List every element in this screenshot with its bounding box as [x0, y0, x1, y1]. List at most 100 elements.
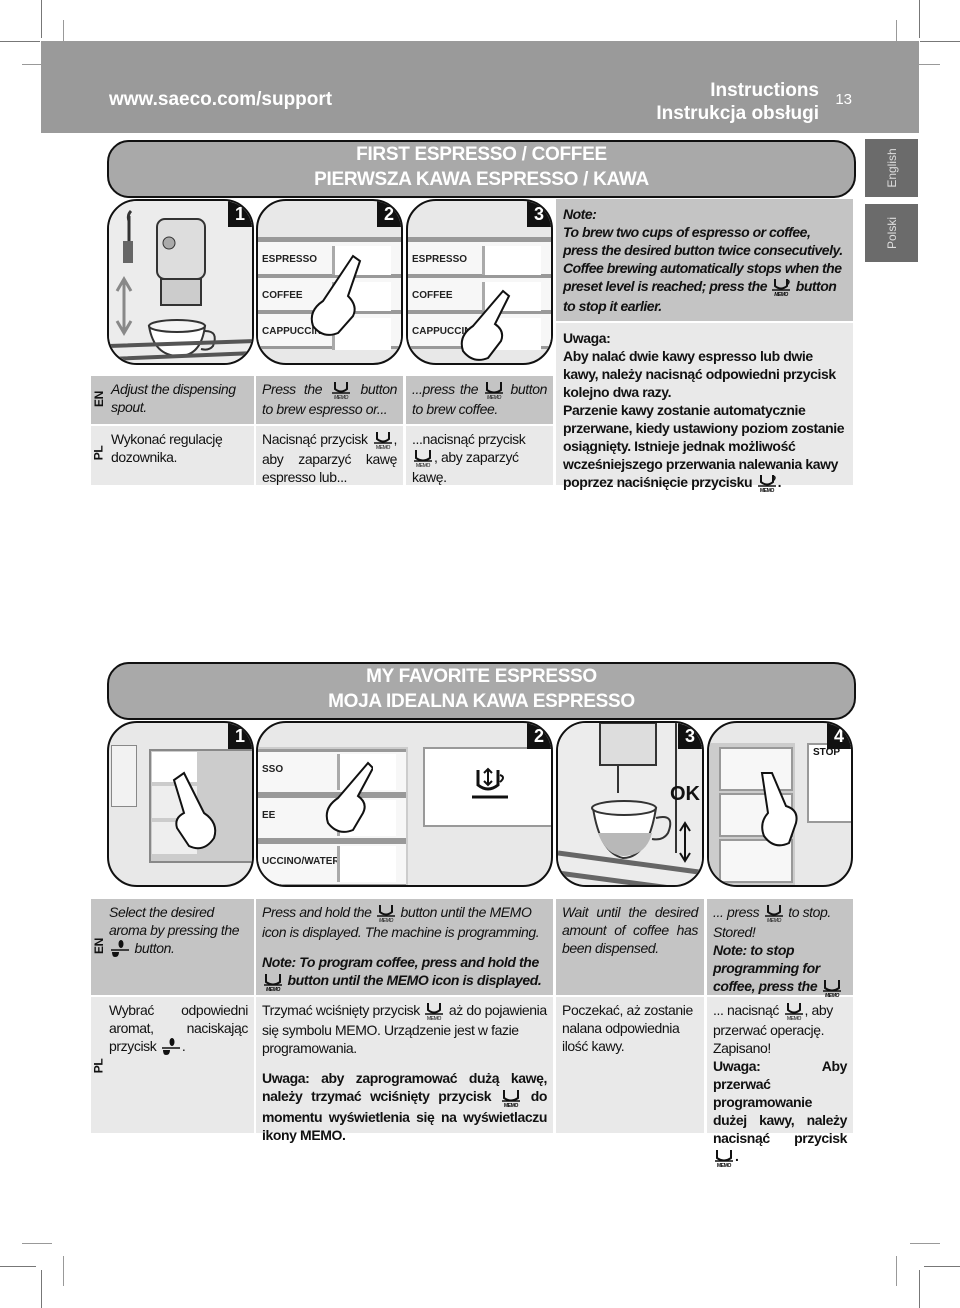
- svg-text:MEMO: MEMO: [775, 292, 789, 297]
- memo-espresso-icon: MEMO: [377, 905, 396, 923]
- hand-pointer-icon: [310, 254, 362, 336]
- step-number: 4: [827, 723, 851, 749]
- svg-text:MEMO: MEMO: [760, 488, 774, 493]
- lang-label-pl: PL: [91, 445, 106, 461]
- crop-mark: [22, 1243, 52, 1244]
- memo-espresso-icon: MEMO: [764, 905, 783, 923]
- memo-cup-icon: MEMO: [757, 475, 776, 493]
- illustration-fav-step-3: OK 3: [556, 721, 704, 887]
- step-number: 2: [377, 201, 401, 227]
- memo-espresso-icon: MEMO: [784, 1003, 803, 1021]
- cappuccino-button[interactable]: [337, 846, 396, 882]
- svg-text:MEMO: MEMO: [504, 1103, 518, 1108]
- step1-text-pl: PL Wykonać regulację dozownika.: [91, 426, 254, 485]
- illustration-step-2: ESPRESSO COFFEE CAPPUCCINO/WATER 2: [256, 199, 403, 365]
- memo-espresso-icon: MEMO: [425, 1003, 444, 1021]
- step2-text-en: Press the MEMO button to brew espresso o…: [256, 376, 403, 424]
- svg-text:MEMO: MEMO: [376, 445, 390, 450]
- crop-mark: [919, 1270, 920, 1308]
- coffee-button-label: COFFEE: [262, 290, 303, 301]
- crop-mark: [41, 0, 42, 38]
- crop-mark: [919, 0, 920, 38]
- memo-coffee-icon: MEMO: [501, 1089, 520, 1108]
- section-title-first-espresso: FIRST ESPRESSO / COFFEE PIERWSZA KAWA ES…: [107, 140, 856, 198]
- fav-step1-text-pl: PL Wybrać odpowiedni aromat, naciskając …: [91, 997, 254, 1133]
- crop-mark: [0, 1266, 36, 1267]
- step-number: 1: [228, 723, 252, 749]
- display-screen: STOP: [807, 743, 851, 823]
- memo-coffee-icon: MEMO: [414, 450, 432, 468]
- svg-text:MEMO: MEMO: [767, 918, 781, 923]
- header-title-en: Instructions: [710, 80, 819, 101]
- illustration-step-1: 1: [107, 199, 254, 365]
- display-screen: [423, 747, 551, 827]
- hand-pointer-icon: [760, 772, 798, 847]
- svg-text:MEMO: MEMO: [427, 1016, 441, 1021]
- step3-text-pl: ...nacisnąć przycisk MEMO, aby zaparzyć …: [406, 426, 553, 485]
- svg-text:MEMO: MEMO: [266, 987, 280, 992]
- memo-coffee-icon: MEMO: [822, 979, 841, 998]
- memo-coffee-icon: MEMO: [715, 1149, 733, 1168]
- page-header: www.saeco.com/support Instructions Instr…: [41, 41, 919, 133]
- step3-text-en: ...press the MEMO button to brew coffee.: [406, 376, 553, 424]
- lang-label-en: EN: [91, 391, 106, 407]
- espresso-button-label: ESPRESSO: [412, 254, 468, 265]
- crop-mark: [896, 1256, 897, 1286]
- svg-text:MEMO: MEMO: [487, 395, 501, 400]
- hand-pointer-icon: [460, 289, 511, 361]
- crop-mark: [910, 1243, 940, 1244]
- aroma-icon: [161, 1038, 180, 1056]
- step1-text-en: EN Adjust the dispensing spout.: [91, 376, 254, 424]
- lang-label-en: EN: [91, 938, 106, 954]
- step-number: 2: [527, 723, 551, 749]
- cappuccino-button-label: UCCINO/WATER: [262, 856, 340, 867]
- crop-mark: [63, 1256, 64, 1286]
- fav-step2-text-pl: Trzymać wciśnięty przycisk MEMO aż do po…: [256, 997, 553, 1143]
- ok-label: OK: [670, 783, 700, 805]
- illustration-fav-step-4: STOP 4: [707, 721, 853, 887]
- memo-coffee-icon: MEMO: [485, 382, 504, 400]
- fav-step4-text-pl: ... nacisnąć MEMO, aby przerwać operację…: [707, 997, 853, 1168]
- memo-espresso-icon: MEMO: [373, 432, 392, 450]
- svg-text:MEMO: MEMO: [334, 395, 348, 400]
- header-title-pl: Instrukcja obsługi: [656, 103, 819, 124]
- fav-step2-text-en: Press and hold the MEMO button until the…: [256, 899, 553, 995]
- note-pl: Uwaga: Aby nalać dwie kawy espresso lub …: [556, 323, 853, 493]
- illustration-step-3: ESPRESSO COFFEE CAPPUCCINO 3: [406, 199, 553, 365]
- support-url[interactable]: www.saeco.com/support: [109, 89, 332, 111]
- tab-english[interactable]: English: [865, 139, 918, 197]
- svg-text:MEMO: MEMO: [379, 918, 393, 923]
- tab-polski[interactable]: Polski: [865, 204, 918, 262]
- page-number: 13: [835, 91, 852, 108]
- fav-step1-text-en: EN Select the desired aroma by pressing …: [91, 899, 254, 995]
- illustration-fav-step-1: 1: [107, 721, 254, 887]
- crop-mark: [0, 41, 40, 42]
- aroma-beans-indicator: [111, 745, 137, 807]
- illustration-fav-step-2: SSO EE UCCINO/WATER 2: [256, 721, 553, 887]
- crop-mark: [41, 1270, 42, 1308]
- crop-mark: [924, 1266, 960, 1267]
- memo-espresso-icon: MEMO: [332, 382, 351, 400]
- hand-pointer-icon: [325, 761, 373, 833]
- step-number: 1: [228, 201, 252, 227]
- svg-text:MEMO: MEMO: [416, 463, 430, 468]
- note-en: Note: To brew two cups of espresso or co…: [556, 199, 853, 321]
- memo-programming-cup-icon: [472, 767, 508, 799]
- aroma-icon: [111, 940, 129, 958]
- lang-label-pl: PL: [91, 1058, 106, 1074]
- step2-text-pl: Nacisnąć przycisk MEMO, aby zaparzyć kaw…: [256, 426, 403, 485]
- espresso-memo-button[interactable]: [482, 246, 541, 278]
- fav-step4-text-en: ... press MEMO to stop. Stored! Note: to…: [707, 899, 853, 1015]
- memo-coffee-icon: MEMO: [264, 973, 282, 992]
- espresso-button-label: SSO: [262, 764, 284, 775]
- fav-step3-text-pl: Poczekać, aż zostanie nalana odpowiednia…: [556, 997, 704, 1133]
- hand-pointer-icon: [172, 771, 217, 850]
- section-title-my-favorite-espresso: MY FAVORITE ESPRESSO MOJA IDEALNA KAWA E…: [107, 662, 856, 720]
- step-number: 3: [678, 723, 702, 749]
- coffee-button-label: EE: [262, 810, 276, 821]
- step-number: 3: [527, 201, 551, 227]
- fav-step3-text-en: Wait until the desired amount of coffee …: [556, 899, 704, 995]
- crop-mark: [920, 41, 960, 42]
- memo-cup-icon: MEMO: [772, 279, 791, 297]
- svg-text:MEMO: MEMO: [717, 1163, 731, 1168]
